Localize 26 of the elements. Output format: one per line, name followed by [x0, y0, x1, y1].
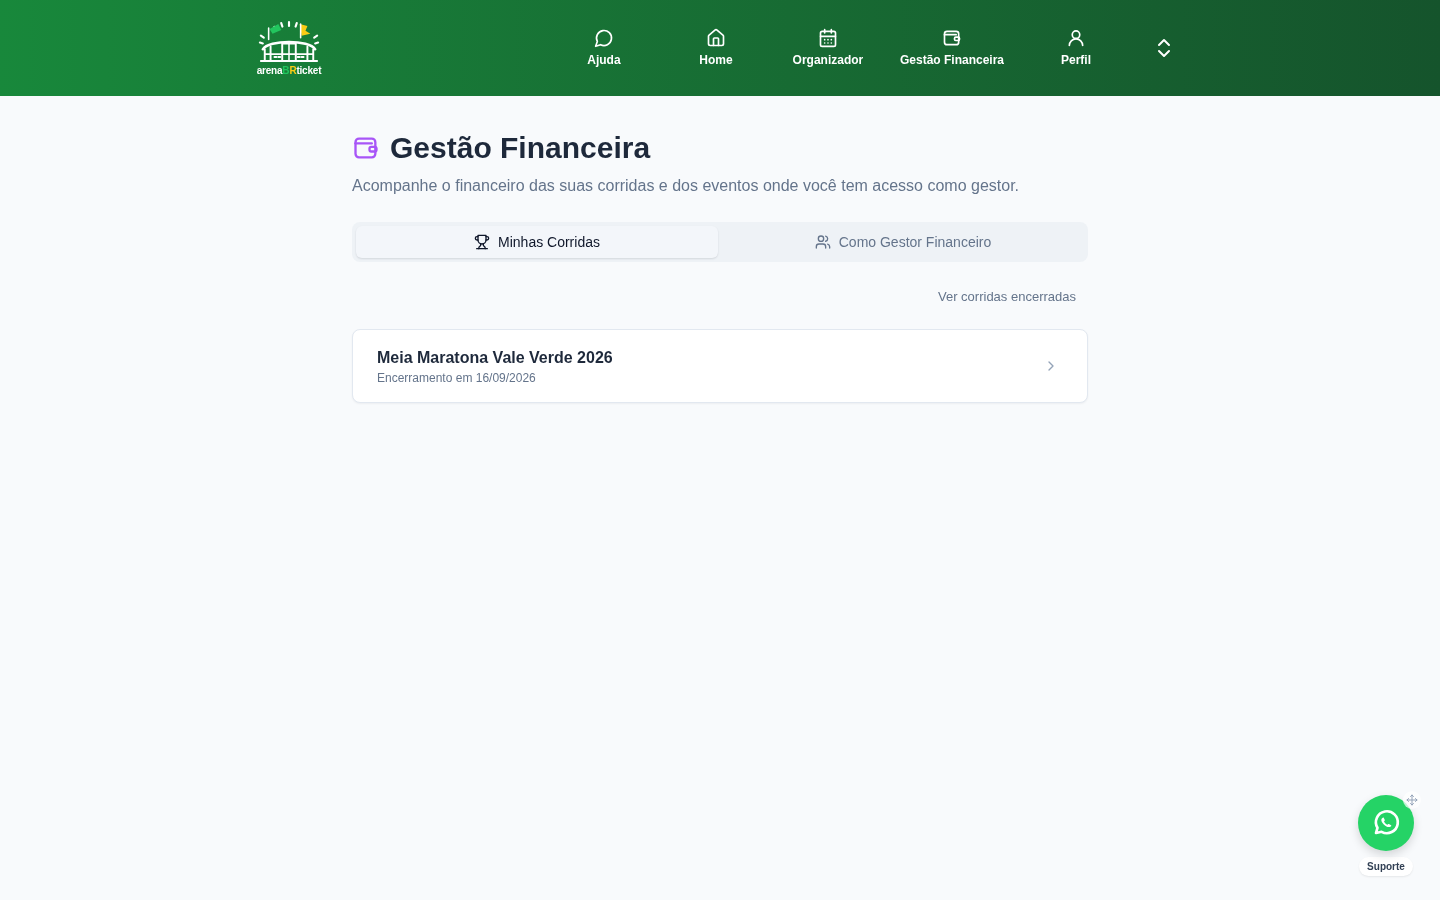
nav-link[interactable]: Ajuda: [555, 28, 652, 68]
whatsapp-support-button[interactable]: [1358, 795, 1414, 851]
race-card[interactable]: Meia Maratona Vale Verde 2026 Encerramento em 16/09/2026: [352, 328, 1088, 403]
calendar-icon: [817, 28, 838, 48]
move-icon: [1406, 794, 1418, 806]
nav-link[interactable]: Gestão Financeira: [891, 28, 1012, 68]
users-icon: [814, 234, 831, 250]
closed-races-link[interactable]: Ver corridas encerradas: [938, 287, 1076, 307]
drag-handle[interactable]: [1403, 791, 1421, 809]
tab[interactable]: Como Gestor Financeiro: [722, 226, 1084, 258]
nav-link[interactable]: Organizador: [779, 28, 876, 68]
stadium-logo-icon: [257, 20, 321, 65]
support-label: Suporte: [1359, 857, 1413, 876]
race-closing-date: Encerramento em 16/09/2026: [377, 369, 537, 386]
page-subtitle: Acompanhe o financeiro das suas corridas e dos eventos onde você tem acesso como gestor.: [352, 176, 1021, 196]
tab[interactable]: Minhas Corridas: [356, 226, 718, 258]
wallet-icon: [941, 28, 962, 48]
chat-bubble-icon: [593, 28, 614, 48]
user-icon: [1066, 28, 1086, 48]
trophy-icon: [474, 234, 491, 250]
home-icon: [705, 28, 726, 48]
nav-link[interactable]: Home: [667, 28, 764, 68]
page-title: Gestão Financeira: [390, 130, 651, 166]
logo-wordmark: arenaBRticket: [256, 65, 322, 76]
race-name: Meia Maratona Vale Verde 2026: [377, 347, 613, 368]
nav-link[interactable]: Perfil: [1028, 28, 1124, 68]
